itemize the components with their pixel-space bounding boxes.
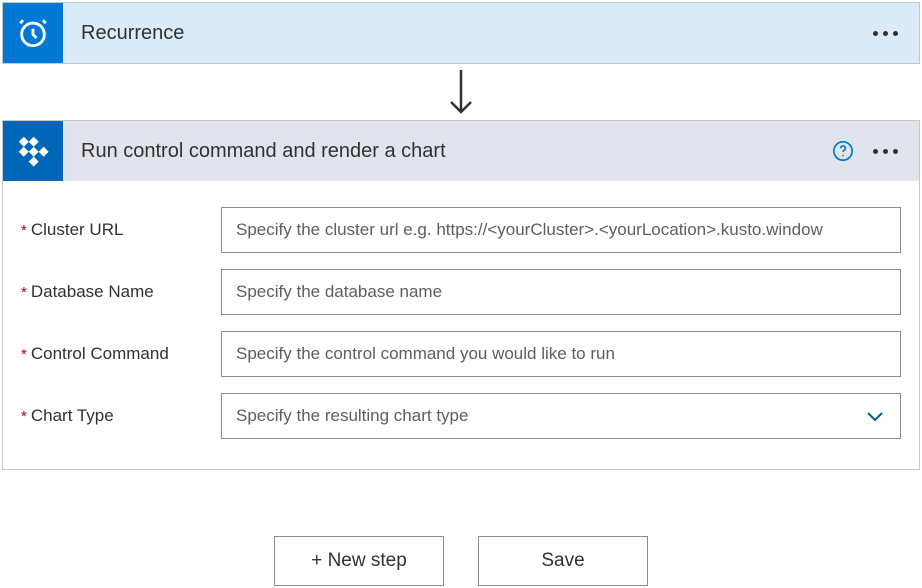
flow-arrow [2, 64, 920, 120]
ellipsis-icon [873, 149, 898, 154]
action-body: * Cluster URL * Database Name * Control … [3, 181, 919, 469]
action-card: Run control command and render a chart *… [2, 120, 920, 470]
required-asterisk: * [21, 223, 27, 238]
required-asterisk: * [21, 347, 27, 362]
database-name-input[interactable] [221, 269, 901, 315]
action-header[interactable]: Run control command and render a chart [3, 121, 919, 181]
action-icon-box [3, 121, 63, 181]
cluster-url-label-text: Cluster URL [31, 220, 124, 240]
database-name-label: * Database Name [21, 282, 221, 302]
recurrence-card: Recurrence [2, 2, 920, 64]
action-title: Run control command and render a chart [63, 140, 829, 163]
database-name-label-text: Database Name [31, 282, 154, 302]
clock-icon [16, 16, 50, 50]
cluster-url-input[interactable] [221, 207, 901, 253]
required-asterisk: * [21, 409, 27, 424]
recurrence-icon-box [3, 3, 63, 63]
chart-type-select[interactable] [221, 393, 901, 439]
field-row-control-command: * Control Command [21, 331, 901, 377]
chart-type-label: * Chart Type [21, 406, 221, 426]
new-step-button[interactable]: + New step [274, 536, 444, 586]
arrow-down-icon [443, 68, 479, 118]
required-asterisk: * [21, 285, 27, 300]
help-button[interactable] [829, 137, 857, 165]
save-button[interactable]: Save [478, 536, 648, 586]
cluster-url-label: * Cluster URL [21, 220, 221, 240]
recurrence-title: Recurrence [63, 22, 865, 45]
recurrence-header[interactable]: Recurrence [3, 3, 919, 63]
recurrence-more-button[interactable] [865, 31, 905, 36]
help-icon [832, 140, 854, 162]
chart-type-label-text: Chart Type [31, 406, 114, 426]
kusto-icon [16, 134, 50, 168]
footer-buttons: + New step Save [2, 536, 920, 586]
control-command-input[interactable] [221, 331, 901, 377]
control-command-label-text: Control Command [31, 344, 169, 364]
control-command-label: * Control Command [21, 344, 221, 364]
ellipsis-icon [873, 31, 898, 36]
field-row-cluster-url: * Cluster URL [21, 207, 901, 253]
action-more-button[interactable] [865, 149, 905, 154]
field-row-chart-type: * Chart Type [21, 393, 901, 439]
field-row-database-name: * Database Name [21, 269, 901, 315]
